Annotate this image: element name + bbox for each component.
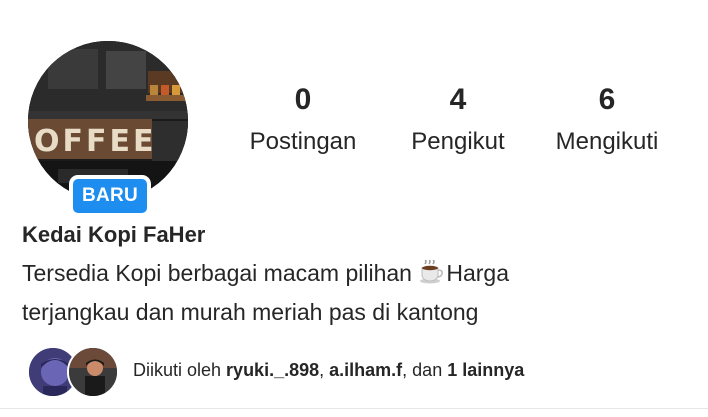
- followed-prefix: Diikuti oleh: [133, 360, 227, 380]
- followed-others[interactable]: 1 lainnya: [447, 360, 524, 380]
- posts-label: Postingan: [249, 128, 357, 155]
- profile-avatar-container[interactable]: OFFEE BARU: [28, 41, 188, 217]
- following-label: Mengikuti: [555, 128, 659, 155]
- bio-text-2: Harga: [446, 260, 509, 286]
- new-badge: BARU: [69, 175, 151, 217]
- bio-text-1: Tersedia Kopi berbagai macam pilihan: [22, 260, 419, 286]
- followed-sep: ,: [319, 360, 330, 380]
- profile-name: Kedai Kopi FaHer: [22, 222, 206, 247]
- posts-count: 0: [294, 83, 312, 116]
- avatar-sign-text: OFFEE: [34, 124, 156, 159]
- bio-line-2: terjangkau dan murah meriah pas di kanto…: [22, 299, 479, 325]
- stat-posts[interactable]: 0 Postingan: [238, 80, 368, 162]
- follower-username-1[interactable]: ryuki._.898: [226, 360, 319, 380]
- followers-count: 4: [449, 83, 467, 116]
- profile-bio: Tersedia Kopi berbagai macam pilihan Har…: [22, 255, 682, 330]
- followed-middle: , dan: [402, 360, 448, 380]
- bio-line-1: Tersedia Kopi berbagai macam pilihan Har…: [22, 255, 682, 294]
- followed-by-text: Diikuti oleh ryuki._.898, a.ilham.f, dan…: [133, 360, 524, 381]
- follower-avatar-2: [67, 346, 119, 398]
- stat-following[interactable]: 6 Mengikuti: [542, 80, 672, 162]
- following-count: 6: [598, 83, 616, 116]
- divider: [0, 408, 708, 409]
- followed-by-row[interactable]: Diikuti oleh ryuki._.898, a.ilham.f, dan…: [27, 346, 687, 398]
- follower-username-2[interactable]: a.ilham.f: [329, 360, 402, 380]
- followers-label: Pengikut: [411, 128, 505, 155]
- stat-followers[interactable]: 4 Pengikut: [398, 80, 518, 162]
- hot-beverage-icon: [419, 258, 445, 294]
